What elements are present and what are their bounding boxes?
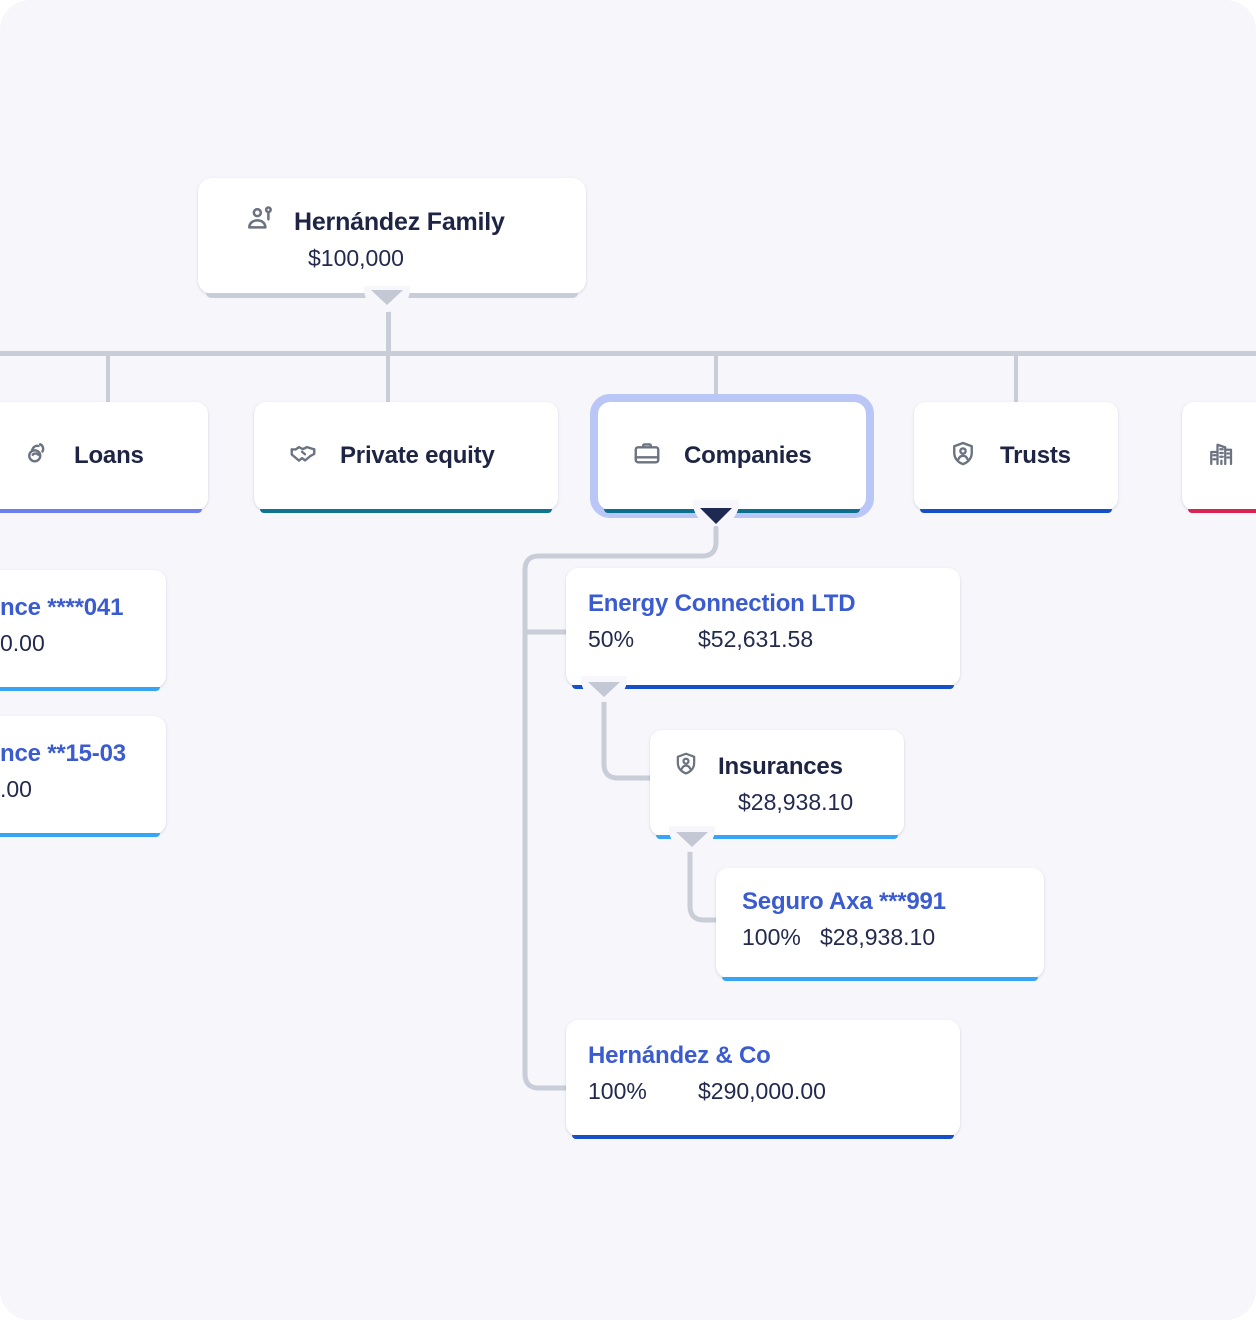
insurances-collapse-triangle-down-icon[interactable] xyxy=(676,832,708,847)
account-041-title: nce ****041 xyxy=(0,594,124,621)
trunk-drop-private-equity xyxy=(386,355,390,403)
hernandez-co-title: Hernández & Co xyxy=(588,1042,771,1069)
energy-connection-accent-bar xyxy=(572,685,954,689)
account-041-body: nce ****041 0.00 xyxy=(0,570,166,657)
energy-connection-percent: 50% xyxy=(588,626,635,652)
shield-person-icon xyxy=(948,439,978,474)
family-people-icon xyxy=(246,204,278,241)
account-card-15-03[interactable]: nce **15-03 .00 xyxy=(0,716,166,837)
category-card-private-equity[interactable]: Private equity xyxy=(254,402,558,513)
hernandez-co-amount: $290,000.00 xyxy=(698,1078,826,1104)
root-node-amount: $100,000 xyxy=(308,245,404,271)
entity-card-hernandez-co[interactable]: Hernández & Co 100% $290,000.00 xyxy=(566,1020,960,1139)
root-node-title: Hernández Family xyxy=(294,208,505,236)
hernandez-co-percent: 100% xyxy=(588,1078,647,1104)
buildings-icon xyxy=(1206,439,1236,474)
seguro-axa-percent: 100% xyxy=(742,924,801,950)
group-card-insurances[interactable]: Insurances $28,938.10 xyxy=(650,730,904,839)
category-trusts-inner: Trusts xyxy=(914,439,1118,474)
shield-person-icon xyxy=(672,750,700,783)
seguro-axa-accent-bar xyxy=(722,977,1038,981)
category-private-equity-label: Private equity xyxy=(340,442,495,469)
category-loans-accent-bar xyxy=(0,509,202,513)
insurances-title: Insurances xyxy=(718,752,843,780)
entity-card-seguro-axa-991[interactable]: Seguro Axa ***991 100% $28,938.10 xyxy=(716,868,1044,981)
category-loans-inner: Loans xyxy=(0,439,208,474)
account-15-03-title: nce **15-03 xyxy=(0,740,126,767)
account-041-amount-row: 0.00 xyxy=(0,622,166,657)
category-card-companies[interactable]: Companies xyxy=(590,394,874,518)
handshake-icon xyxy=(288,439,318,474)
category-trusts-label: Trusts xyxy=(1000,442,1071,469)
category-real-estate-inner xyxy=(1182,439,1256,474)
insurances-header: Insurances xyxy=(672,750,904,783)
account-15-03-amount: .00 xyxy=(0,776,32,802)
hernandez-co-values: 100% $290,000.00 xyxy=(588,1070,960,1105)
category-loans-label: Loans xyxy=(74,442,144,469)
energy-connection-title: Energy Connection LTD xyxy=(588,590,856,617)
account-card-041[interactable]: nce ****041 0.00 xyxy=(0,570,166,691)
org-chart-canvas: Hernández Family $100,000 Loans Private … xyxy=(0,0,1256,1320)
hand-coin-icon xyxy=(22,439,52,474)
category-real-estate-accent-bar xyxy=(1188,509,1256,513)
category-card-loans[interactable]: Loans xyxy=(0,402,208,513)
companies-collapse-triangle-down-icon[interactable] xyxy=(700,508,732,524)
root-node-header: Hernández Family xyxy=(198,178,586,241)
seguro-axa-values: 100% $28,938.10 xyxy=(742,916,1044,951)
hernandez-co-body: Hernández & Co 100% $290,000.00 xyxy=(566,1020,960,1105)
briefcase-icon xyxy=(632,439,662,474)
insurances-body: Insurances $28,938.10 xyxy=(650,730,904,816)
seguro-axa-body: Seguro Axa ***991 100% $28,938.10 xyxy=(716,868,1044,951)
energy-connection-amount: $52,631.58 xyxy=(698,626,814,652)
account-041-accent-bar xyxy=(0,687,160,691)
trunk-drop-loans xyxy=(106,355,110,403)
insurances-amount: $28,938.10 xyxy=(738,789,854,815)
account-15-03-accent-bar xyxy=(0,833,160,837)
category-companies-label: Companies xyxy=(684,442,812,469)
seguro-axa-title: Seguro Axa ***991 xyxy=(742,888,946,915)
account-15-03-body: nce **15-03 .00 xyxy=(0,716,166,803)
category-private-equity-inner: Private equity xyxy=(254,439,558,474)
hernandez-co-accent-bar xyxy=(572,1135,954,1139)
trunk-drop-companies xyxy=(714,355,718,403)
category-card-real-estate[interactable] xyxy=(1182,402,1256,513)
entity-card-energy-connection-ltd[interactable]: Energy Connection LTD 50% $52,631.58 xyxy=(566,568,960,689)
root-node-hernandez-family[interactable]: Hernández Family $100,000 xyxy=(198,178,586,298)
account-041-amount: 0.00 xyxy=(0,630,45,656)
category-card-trusts[interactable]: Trusts xyxy=(914,402,1118,513)
energy-connection-body: Energy Connection LTD 50% $52,631.58 xyxy=(566,568,960,653)
energy-connection-collapse-triangle-down-icon[interactable] xyxy=(588,682,620,697)
root-collapse-triangle-down-icon[interactable] xyxy=(371,290,403,305)
seguro-axa-amount: $28,938.10 xyxy=(820,924,936,950)
trunk-drop-trusts xyxy=(1014,355,1018,403)
trunk-horizontal-connector xyxy=(0,351,1256,356)
category-private-equity-accent-bar xyxy=(260,509,552,513)
energy-connection-values: 50% $52,631.58 xyxy=(588,618,960,653)
category-companies-inner: Companies xyxy=(598,439,866,474)
category-trusts-accent-bar xyxy=(920,509,1112,513)
account-15-03-amount-row: .00 xyxy=(0,768,166,803)
